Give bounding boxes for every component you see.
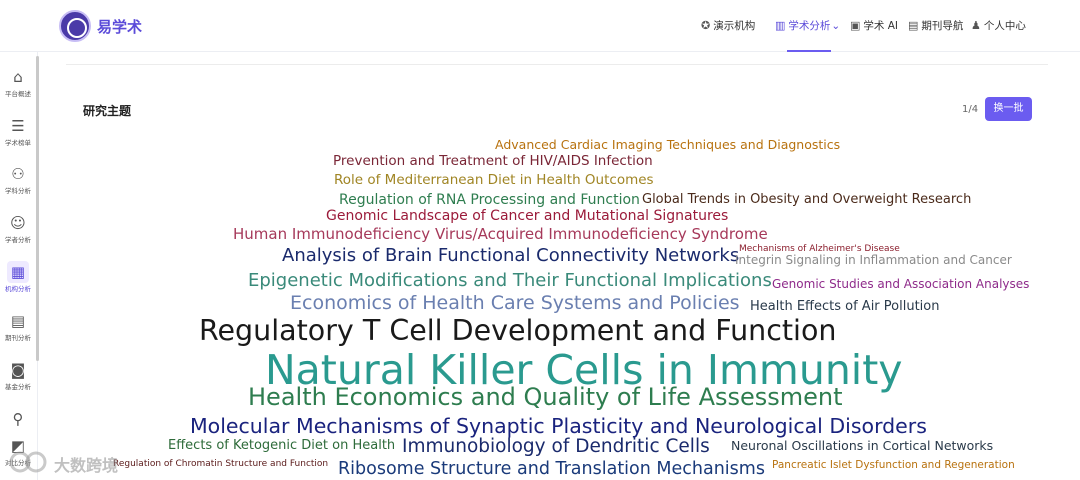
watermark-text: 大数跨境 bbox=[54, 456, 119, 475]
topic-word[interactable]: Role of Mediterranean Diet in Health Out… bbox=[334, 173, 654, 188]
topic-word[interactable]: Analysis of Brain Functional Connectivit… bbox=[282, 247, 739, 265]
topic-word[interactable]: Immunobiology of Dendritic Cells bbox=[402, 437, 710, 457]
topic-word[interactable]: Genomic Landscape of Cancer and Mutation… bbox=[326, 209, 728, 223]
watermark-logo-icon bbox=[9, 451, 47, 473]
topic-word[interactable]: Regulation of RNA Processing and Functio… bbox=[339, 193, 640, 207]
topic-word[interactable]: Health Economics and Quality of Life Ass… bbox=[248, 385, 843, 409]
topic-word[interactable]: Prevention and Treatment of HIV/AIDS Inf… bbox=[333, 154, 653, 169]
topic-word[interactable]: Epigenetic Modifications and Their Funct… bbox=[248, 272, 772, 290]
topic-wordcloud: Advanced Cardiac Imaging Techniques and … bbox=[0, 0, 1080, 480]
topic-word[interactable]: Neuronal Oscillations in Cortical Networ… bbox=[731, 439, 993, 453]
topic-word[interactable]: Molecular Mechanisms of Synaptic Plastic… bbox=[190, 416, 927, 437]
topic-word[interactable]: Global Trends in Obesity and Overweight … bbox=[642, 193, 971, 206]
topic-word[interactable]: Human Immunodeficiency Virus/Acquired Im… bbox=[233, 227, 768, 242]
topic-word[interactable]: Regulatory T Cell Development and Functi… bbox=[199, 316, 836, 346]
topic-word[interactable]: Ribosome Structure and Translation Mecha… bbox=[338, 460, 765, 479]
topic-word[interactable]: Advanced Cardiac Imaging Techniques and … bbox=[495, 138, 840, 152]
topic-word[interactable]: Pancreatic Islet Dysfunction and Regener… bbox=[772, 460, 1015, 471]
topic-word[interactable]: Integrin Signaling in Inflammation and C… bbox=[735, 254, 1012, 266]
topic-word[interactable]: Genomic Studies and Association Analyses bbox=[772, 278, 1029, 290]
topic-word[interactable]: Health Effects of Air Pollution bbox=[750, 300, 939, 313]
topic-word[interactable]: Regulation of Chromatin Structure and Fu… bbox=[113, 460, 328, 469]
topic-word[interactable]: Effects of Ketogenic Diet on Health bbox=[168, 439, 395, 452]
topic-word[interactable]: Economics of Health Care Systems and Pol… bbox=[290, 294, 740, 313]
